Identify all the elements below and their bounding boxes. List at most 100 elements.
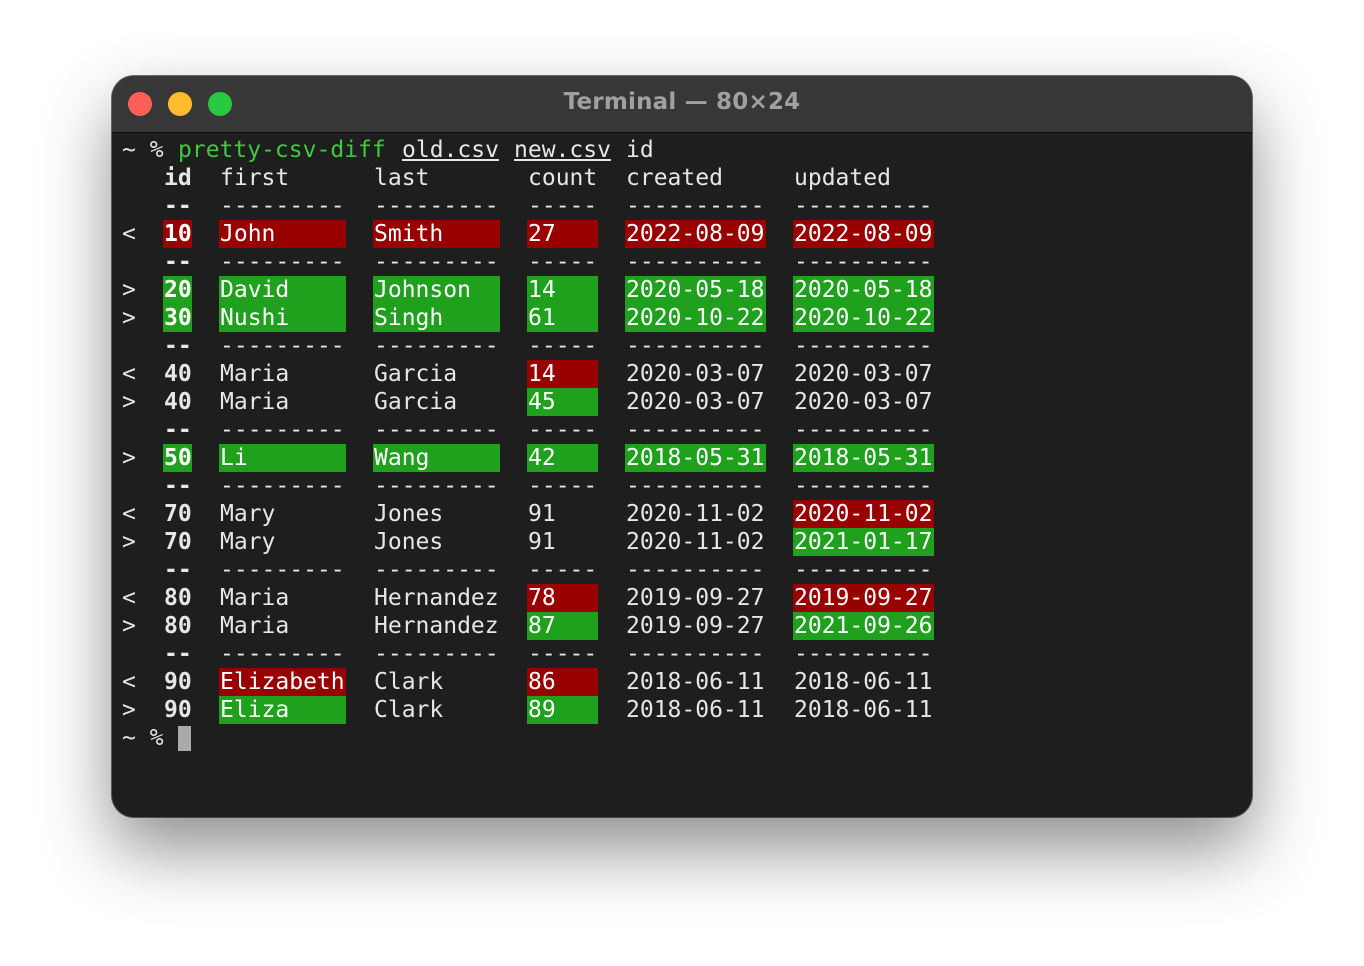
header-updated: updated (794, 165, 891, 191)
cell-last: Clark (374, 697, 444, 723)
cell-count: 89 (527, 696, 598, 724)
separator-created: ---------- (626, 333, 765, 359)
diff-row: <40 Maria Garcia 14 2020-03-07 2020-03-07 (122, 360, 932, 388)
cell-first: Maria (220, 361, 290, 387)
separator-id: -- (164, 473, 192, 499)
separator-last: --------- (374, 249, 499, 275)
command-arg-old[interactable]: old.csv (402, 136, 499, 164)
separator-updated: ---------- (794, 333, 933, 359)
cell-last: Wang (373, 444, 500, 472)
separator-count: ----- (528, 193, 598, 219)
cell-created: 2019-09-27 (626, 585, 765, 611)
cell-first: Li (219, 444, 346, 472)
cell-id: 90 (164, 697, 192, 723)
cell-created: 2018-05-31 (625, 444, 766, 472)
cell-created: 2019-09-27 (626, 613, 765, 639)
diff-marker: < (122, 221, 136, 247)
cell-id: 80 (164, 613, 192, 639)
cell-count: 87 (527, 612, 598, 640)
cell-count: 86 (527, 668, 598, 696)
header-id: id (164, 165, 192, 191)
diff-marker: > (122, 529, 136, 555)
cell-last: Johnson (373, 276, 500, 304)
diff-marker: > (122, 613, 136, 639)
cell-last: Singh (373, 304, 500, 332)
cell-id: 90 (164, 669, 192, 695)
cell-count: 91 (528, 501, 556, 527)
separator-count: ----- (528, 333, 598, 359)
separator-last: --------- (374, 641, 499, 667)
cell-count: 78 (527, 584, 598, 612)
header-first: first (220, 165, 290, 191)
diff-row: >20 David Johnson 14 2020-05-18 2020-05-18 (122, 276, 934, 304)
title-bar[interactable]: Terminal — 80×24 (112, 76, 1252, 133)
cell-last: Hernandez (374, 585, 499, 611)
separator-id: -- (164, 417, 192, 443)
separator-created: ---------- (626, 641, 765, 667)
cell-first: Mary (220, 501, 276, 527)
window-title: Terminal — 80×24 (563, 89, 801, 115)
cell-count: 42 (527, 444, 598, 472)
diff-marker: < (122, 361, 136, 387)
cell-first: Elizabeth (219, 668, 346, 696)
separator-first: --------- (220, 641, 345, 667)
cell-updated: 2020-05-18 (793, 276, 934, 304)
cell-id: 40 (164, 389, 192, 415)
diff-row: >50 Li Wang 42 2018-05-31 2018-05-31 (122, 444, 934, 472)
cell-count: 45 (527, 388, 598, 416)
cell-count: 61 (527, 304, 598, 332)
cell-count: 27 (527, 220, 598, 248)
cell-count: 14 (527, 360, 598, 388)
separator-id: -- (164, 193, 192, 219)
separator-row: -- --------- --------- ----- ---------- -----… (122, 192, 932, 220)
separator-count: ----- (528, 641, 598, 667)
cell-last: Smith (373, 220, 500, 248)
terminal-content[interactable]: ~ % pretty-csv-diff old.csv new.csv id i… (122, 136, 934, 752)
header-created: created (626, 165, 723, 191)
separator-row: -- --------- --------- ----- ---------- -----… (122, 472, 932, 500)
diff-row: <70 Mary Jones 91 2020-11-02 2020-11-02 (122, 500, 934, 528)
separator-count: ----- (528, 417, 598, 443)
separator-updated: ---------- (794, 557, 933, 583)
cell-first: Maria (220, 585, 290, 611)
separator-first: --------- (220, 249, 345, 275)
separator-id: -- (164, 333, 192, 359)
separator-id: -- (164, 249, 192, 275)
cell-id: 30 (163, 304, 192, 332)
diff-marker: < (122, 669, 136, 695)
separator-count: ----- (528, 249, 598, 275)
separator-first: --------- (220, 473, 345, 499)
separator-last: --------- (374, 417, 499, 443)
cell-id: 40 (164, 361, 192, 387)
cell-id: 20 (163, 276, 192, 304)
command-program: pretty-csv-diff (178, 137, 386, 163)
cell-updated: 2019-09-27 (793, 584, 934, 612)
cell-created: 2020-11-02 (626, 501, 765, 527)
diff-groups: -- --------- --------- ----- ---------- -----… (122, 192, 934, 724)
diff-row: <90 Elizabeth Clark 86 2018-06-11 2018-06-11 (122, 668, 932, 696)
separator-updated: ---------- (794, 249, 933, 275)
cell-created: 2020-10-22 (625, 304, 766, 332)
separator-id: -- (164, 641, 192, 667)
separator-last: --------- (374, 333, 499, 359)
diff-row: >40 Maria Garcia 45 2020-03-07 2020-03-07 (122, 388, 932, 416)
cell-updated: 2018-06-11 (794, 669, 933, 695)
cell-count: 91 (528, 529, 556, 555)
header-row: id first last count created updated (122, 164, 891, 192)
diff-marker: > (122, 277, 136, 303)
cell-first: Mary (220, 529, 276, 555)
separator-updated: ---------- (794, 417, 933, 443)
command-arg-new[interactable]: new.csv (514, 136, 611, 164)
separator-first: --------- (220, 417, 345, 443)
command-arg-key: id (626, 137, 654, 163)
separator-created: ---------- (626, 249, 765, 275)
cell-updated: 2021-01-17 (793, 528, 934, 556)
cell-first: Maria (220, 389, 290, 415)
cell-last: Garcia (374, 389, 458, 415)
diff-marker: > (122, 445, 136, 471)
separator-updated: ---------- (794, 641, 933, 667)
final-prompt-line[interactable]: ~ % (122, 724, 205, 752)
cell-updated: 2020-10-22 (793, 304, 934, 332)
cell-first: Eliza (219, 696, 346, 724)
diff-marker: < (122, 501, 136, 527)
